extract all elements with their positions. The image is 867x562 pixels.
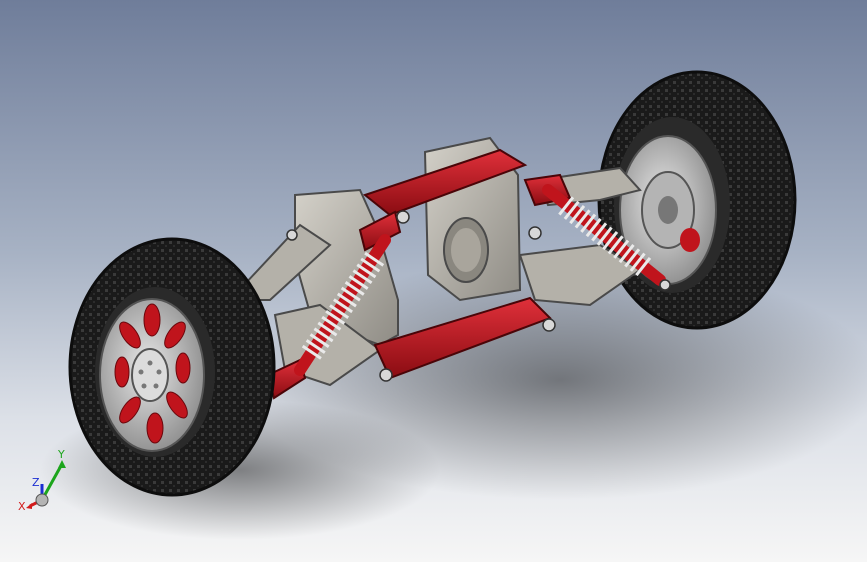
rear-wheel [597,70,797,330]
triad-origin [35,493,49,507]
suspension-model[interactable] [0,0,867,562]
y-axis-label: Y [57,448,65,461]
view-orientation-triad[interactable]: Y Z X [18,448,78,518]
front-wheel [68,237,276,497]
z-axis-label: Z [32,476,40,489]
graphics-viewport[interactable]: Y Z X [0,0,867,562]
x-axis-label: X [18,500,26,513]
